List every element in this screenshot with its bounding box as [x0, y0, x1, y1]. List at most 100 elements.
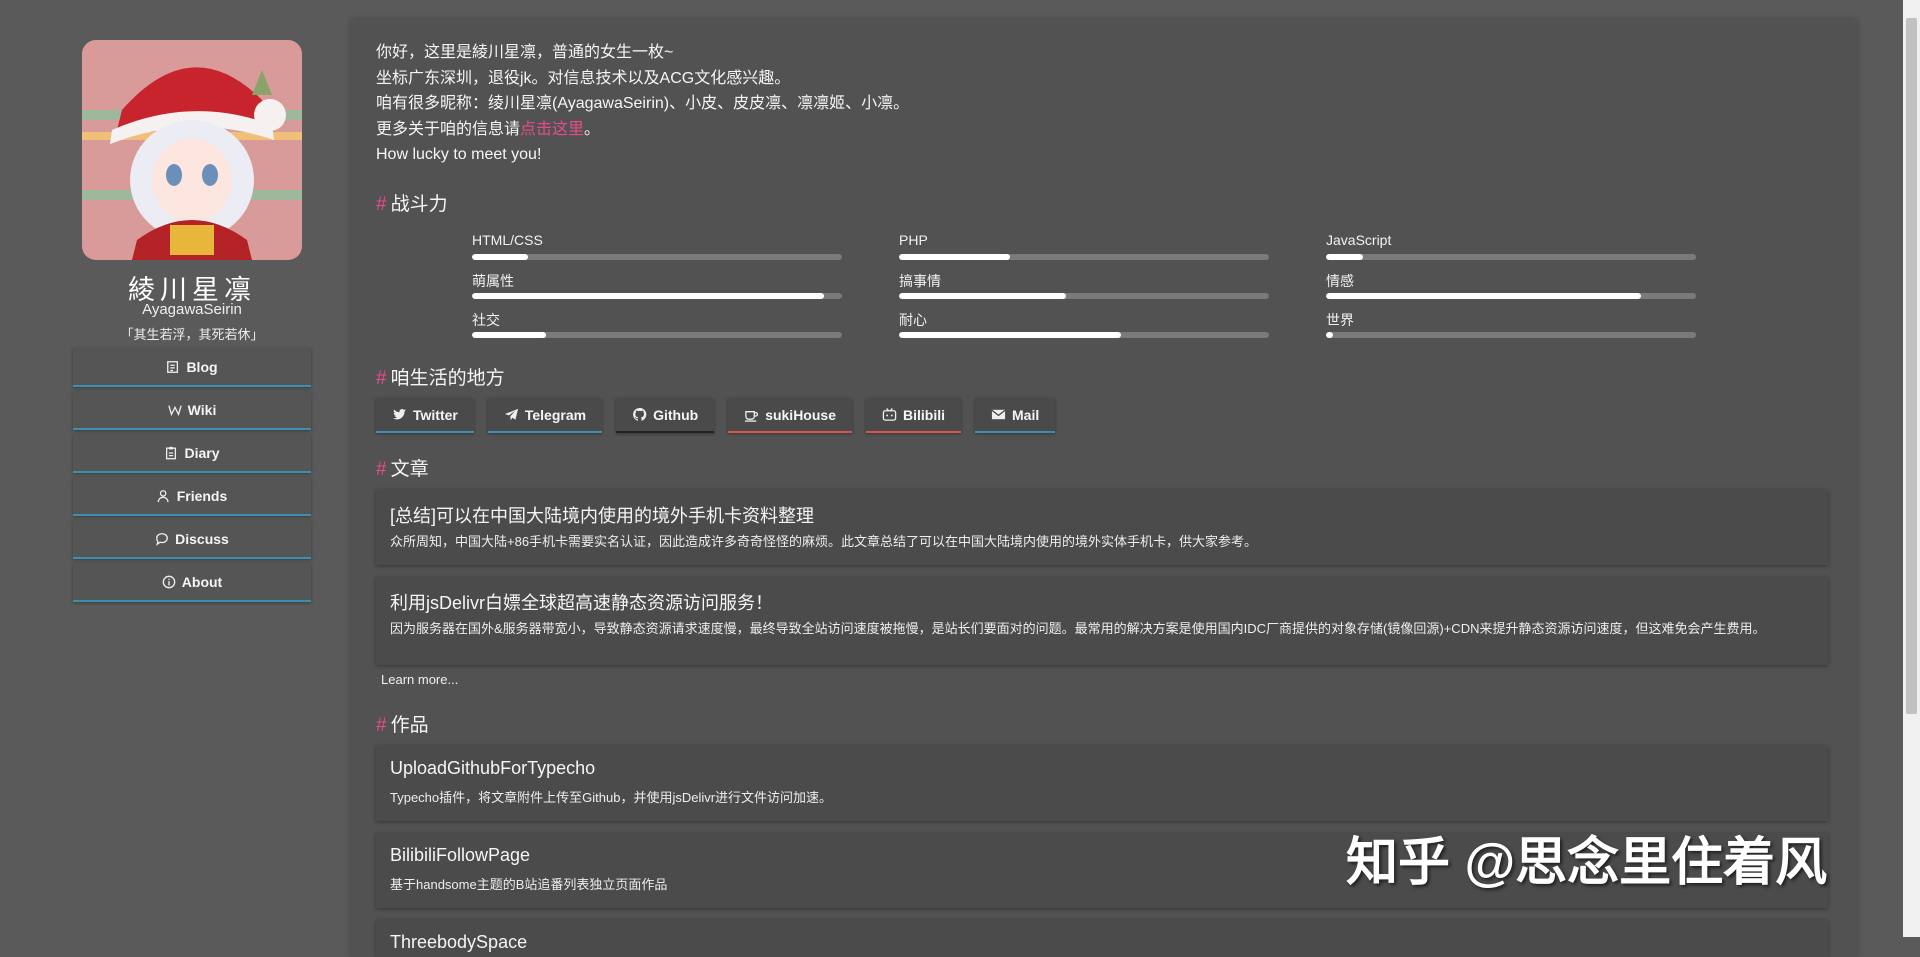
coffee-icon	[745, 411, 759, 422]
skill-bar-fill	[1326, 293, 1641, 299]
avatar[interactable]	[82, 40, 302, 260]
skill-bar-fill	[899, 254, 1010, 260]
intro-line: 咱有很多昵称：绫川星凛(AyagawaSeirin)、小皮、皮皮凛、凛凛姬、小凛…	[376, 95, 910, 112]
skill-bar-fill	[472, 332, 546, 338]
skill-bar-fill	[1326, 332, 1334, 338]
tv-icon	[882, 407, 897, 421]
link-label: Telegram	[524, 406, 587, 423]
skill-item: PHP	[899, 232, 1269, 260]
profile-romaji: AyagawaSeirin	[142, 301, 242, 318]
note-icon	[167, 360, 179, 373]
work-card[interactable]: UploadGithubForTypecho Typecho插件，将文章附件上传…	[376, 746, 1828, 821]
clipboard-icon	[166, 446, 177, 459]
intro-line: How lucky to meet you!	[376, 146, 542, 163]
watermark: 知乎 @思念里住着风	[1346, 834, 1828, 892]
twitter-icon	[392, 409, 407, 420]
hash-mark: #	[376, 368, 387, 389]
link-label: Bilibili	[903, 406, 945, 423]
article-desc: 众所周知，中国大陆+86手机卡需要实名认证，因此造成许多奇奇怪怪的麻烦。此文章总…	[390, 534, 1258, 549]
section-title-text: 文章	[390, 459, 429, 480]
skill-bar	[899, 332, 1269, 338]
wiki-icon	[167, 404, 182, 416]
chat-icon	[156, 532, 169, 546]
article-card[interactable]: 利用jsDelivr白嫖全球超高速静态资源访问服务！ 因为服务器在国外&服务器带…	[376, 577, 1828, 665]
link-label: Github	[653, 406, 699, 423]
skill-bar	[899, 254, 1269, 260]
link-label: Twitter	[413, 406, 458, 423]
intro-line: 坐标广东深圳，退役jk。对信息技术以及ACG文化感兴趣。	[376, 69, 791, 87]
skill-bar	[472, 293, 842, 299]
info-icon	[162, 575, 176, 588]
nav-label: Friends	[176, 487, 228, 504]
skill-bar	[472, 254, 842, 260]
learn-more-link[interactable]: Learn more...	[381, 672, 458, 687]
section-title-skills: # 战斗力	[376, 189, 448, 216]
profile-motto: 「其生若浮，其死若休」	[120, 327, 264, 342]
intro-line: 更多关于咱的信息请点击这里。	[376, 117, 909, 143]
intro-text: 你好，这里是綾川星凛，普通的女生一枚~ 坐标广东深圳，退役jk。对信息技术以及A…	[376, 40, 909, 168]
skill-bar	[899, 293, 1269, 299]
main-content: 你好，这里是綾川星凛，普通的女生一枚~ 坐标广东深圳，退役jk。对信息技术以及A…	[351, 20, 1857, 957]
skill-bar-fill	[472, 254, 528, 260]
section-title-places: # 咱生活的地方	[376, 363, 505, 390]
work-title: BilibiliFollowPage	[390, 845, 531, 865]
skill-label: 情感	[1326, 273, 1354, 289]
skill-bar	[1326, 332, 1696, 338]
skill-label: 社交	[472, 312, 500, 328]
hash-mark: #	[376, 459, 387, 480]
nav-friends-button[interactable]: Friends	[73, 477, 311, 516]
section-title-works: # 作品	[376, 710, 429, 737]
social-links: Twitter Telegram Github sukiHouse Bilibi…	[376, 398, 1056, 433]
github-icon	[633, 407, 647, 421]
skill-bar	[472, 332, 842, 338]
mail-icon	[991, 409, 1006, 420]
skill-item: 搞事情	[899, 271, 1269, 299]
article-title: [总结]可以在中国大陆境内使用的境外手机卡资料整理	[390, 506, 814, 526]
nav-discuss-button[interactable]: Discuss	[73, 520, 311, 559]
skill-label: JavaScript	[1326, 232, 1392, 248]
skill-item: 情感	[1326, 271, 1696, 299]
section-title-text: 咱生活的地方	[390, 368, 505, 389]
skill-item: 萌属性	[472, 271, 842, 299]
nav-diary-button[interactable]: Diary	[73, 434, 311, 473]
link-label: Mail	[1012, 406, 1040, 423]
skill-bar-fill	[899, 332, 1121, 338]
about-link[interactable]: 点击这里	[520, 121, 584, 138]
skills-grid: HTML/CSS PHP JavaScript 萌属性 搞事情 情感 社交 耐心…	[472, 232, 1696, 362]
intro-line: 你好，这里是綾川星凛，普通的女生一枚~	[376, 44, 674, 61]
skill-label: HTML/CSS	[472, 232, 543, 248]
nav-label: About	[181, 573, 223, 590]
telegram-link-button[interactable]: Telegram	[487, 398, 603, 433]
hash-mark: #	[376, 194, 387, 215]
skill-bar-fill	[472, 293, 824, 299]
section-title-text: 作品	[390, 715, 429, 736]
nav-label: Diary	[184, 444, 220, 461]
skill-item: JavaScript	[1326, 232, 1696, 260]
sukihouse-link-button[interactable]: sukiHouse	[728, 398, 852, 433]
nav-blog-button[interactable]: Blog	[73, 348, 311, 387]
skill-label: 世界	[1326, 312, 1354, 328]
github-link-button[interactable]: Github	[616, 398, 715, 433]
skill-bar-fill	[1326, 254, 1363, 260]
work-card[interactable]: ThreebodySpace	[376, 920, 1828, 957]
mail-link-button[interactable]: Mail	[975, 398, 1056, 433]
skill-item: HTML/CSS	[472, 232, 842, 260]
twitter-link-button[interactable]: Twitter	[376, 398, 474, 433]
skill-label: 萌属性	[472, 273, 514, 289]
skill-label: 耐心	[899, 312, 927, 328]
user-icon	[157, 489, 169, 502]
scrollbar-thumb[interactable]	[1906, 18, 1917, 714]
bilibili-link-button[interactable]: Bilibili	[866, 398, 961, 433]
link-label: sukiHouse	[765, 406, 836, 423]
intro-suffix: 。	[584, 120, 601, 138]
avatar-illustration	[82, 40, 302, 260]
skill-bar	[1326, 254, 1696, 260]
article-card[interactable]: [总结]可以在中国大陆境内使用的境外手机卡资料整理 众所周知，中国大陆+86手机…	[376, 490, 1828, 565]
nav-about-button[interactable]: About	[73, 563, 311, 602]
skill-item: 耐心	[899, 310, 1269, 338]
hash-mark: #	[376, 715, 387, 736]
work-title: UploadGithubForTypecho	[390, 758, 596, 778]
skill-item: 社交	[472, 310, 842, 338]
sidebar-nav: Blog Wiki Diary Friends Discuss About	[73, 348, 311, 606]
nav-wiki-button[interactable]: Wiki	[73, 391, 311, 430]
